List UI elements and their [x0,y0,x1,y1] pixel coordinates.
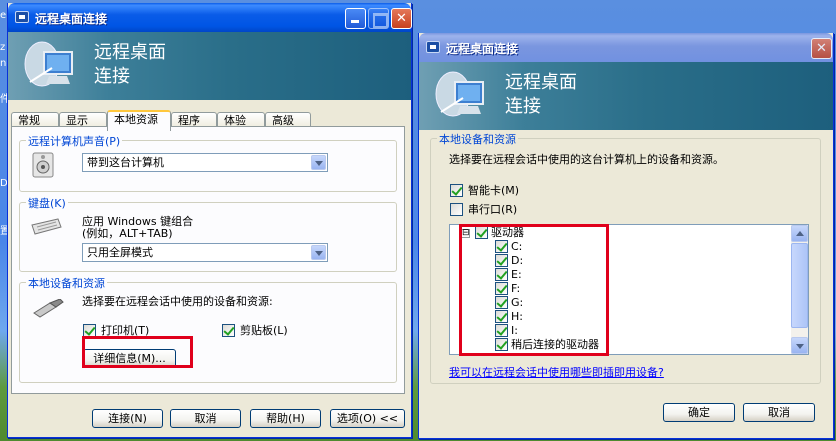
keyboard-group: 键盘(K) 应用 Windows 键组合 (例如，ALT+TAB) 只用全屏模式 [19,195,397,272]
monitor-icon [24,41,73,87]
close-button[interactable]: ✕ [391,8,412,29]
highlight-box-details [82,336,193,368]
scroll-thumb[interactable] [791,243,808,328]
smartcard-label: 智能卡(M) [468,184,520,197]
keyboard-dropdown-value: 只用全屏模式 [87,246,153,259]
banner-subtitle: 连接 [505,96,541,117]
desktop-glyph: e [0,10,7,21]
banner-title: 远程桌面 [505,72,577,93]
highlight-box-drives [459,224,609,356]
sound-group: 远程计算机声音(P) 带到这台计算机 [19,133,397,192]
keyboard-description-line2: (例如，ALT+TAB) [82,227,173,240]
remote-desktop-icon [426,41,440,53]
remote-desktop-icon [15,11,29,23]
chevron-down-icon[interactable] [311,245,326,260]
options-button[interactable]: 选项(O) << [330,409,405,428]
window-title: 远程桌面连接 [35,12,108,26]
keyboard-icon [31,218,62,235]
speaker-icon [32,152,54,178]
banner-title: 远程桌面 [94,42,166,63]
smartcard-checkbox-box[interactable] [450,184,463,197]
keyboard-dropdown[interactable]: 只用全屏模式 [82,243,328,262]
devices-group-legend: 本地设备和资源 [26,275,107,291]
banner: 远程桌面 连接 [8,32,411,100]
scroll-up-icon[interactable] [791,225,808,242]
window-title: 远程桌面连接 [446,42,519,56]
serial-port-label: 串行口(R) [468,203,518,216]
chevron-down-icon[interactable] [311,155,326,170]
clipboard-label: 剪贴板(L) [240,324,288,337]
sound-dropdown-value: 带到这台计算机 [87,156,164,169]
tree-scrollbar[interactable] [791,225,808,354]
devices-group: 本地设备和资源 选择要在远程会话中使用的设备和资源: 打印机(T) 剪贴板(L)… [19,275,397,383]
desktop-glyph: z [0,42,6,53]
sound-dropdown[interactable]: 带到这台计算机 [82,153,328,172]
sound-group-legend: 远程计算机声音(P) [26,133,123,149]
scroll-down-icon[interactable] [791,337,808,354]
devices-description: 选择要在远程会话中使用的设备和资源: [82,295,273,308]
tab-panel: 远程计算机声音(P) 带到这台计算机 键盘(K) 应用 Windows 键组合 … [11,126,405,394]
ok-button[interactable]: 确定 [663,403,735,422]
maximize-button [368,8,389,29]
serial-port-checkbox-box[interactable] [450,203,463,216]
monitor-icon [435,71,484,117]
title-bar[interactable]: 远程桌面连接 ✕ [8,3,412,32]
usb-plug-icon [33,299,64,318]
tab-local-resources[interactable]: 本地资源 [107,110,171,131]
devices-group-legend: 本地设备和资源 [437,131,518,147]
connect-button[interactable]: 连接(N) [92,409,163,428]
plug-and-play-help-link[interactable]: 我可以在远程会话中使用哪些即插即用设备? [449,364,664,380]
left-window: 远程桌面连接 ✕ 远程桌面 连接 常规 显示 本地资源 程序 体验 高级 远程计… [7,3,412,438]
cancel-button[interactable]: 取消 [743,403,815,422]
help-button[interactable]: 帮助(H) [250,409,321,428]
minimize-button[interactable] [345,8,366,29]
cancel-button[interactable]: 取消 [170,409,241,428]
banner: 远程桌面 连接 [419,62,833,130]
title-bar[interactable]: 远程桌面连接 ✕ [419,33,833,62]
banner-subtitle: 连接 [94,66,130,87]
clipboard-checkbox-box[interactable] [222,324,235,337]
devices-description: 选择要在远程会话中使用的这台计算机上的设备和资源。 [449,153,724,166]
close-button[interactable]: ✕ [811,38,832,59]
keyboard-group-legend: 键盘(K) [26,195,68,211]
